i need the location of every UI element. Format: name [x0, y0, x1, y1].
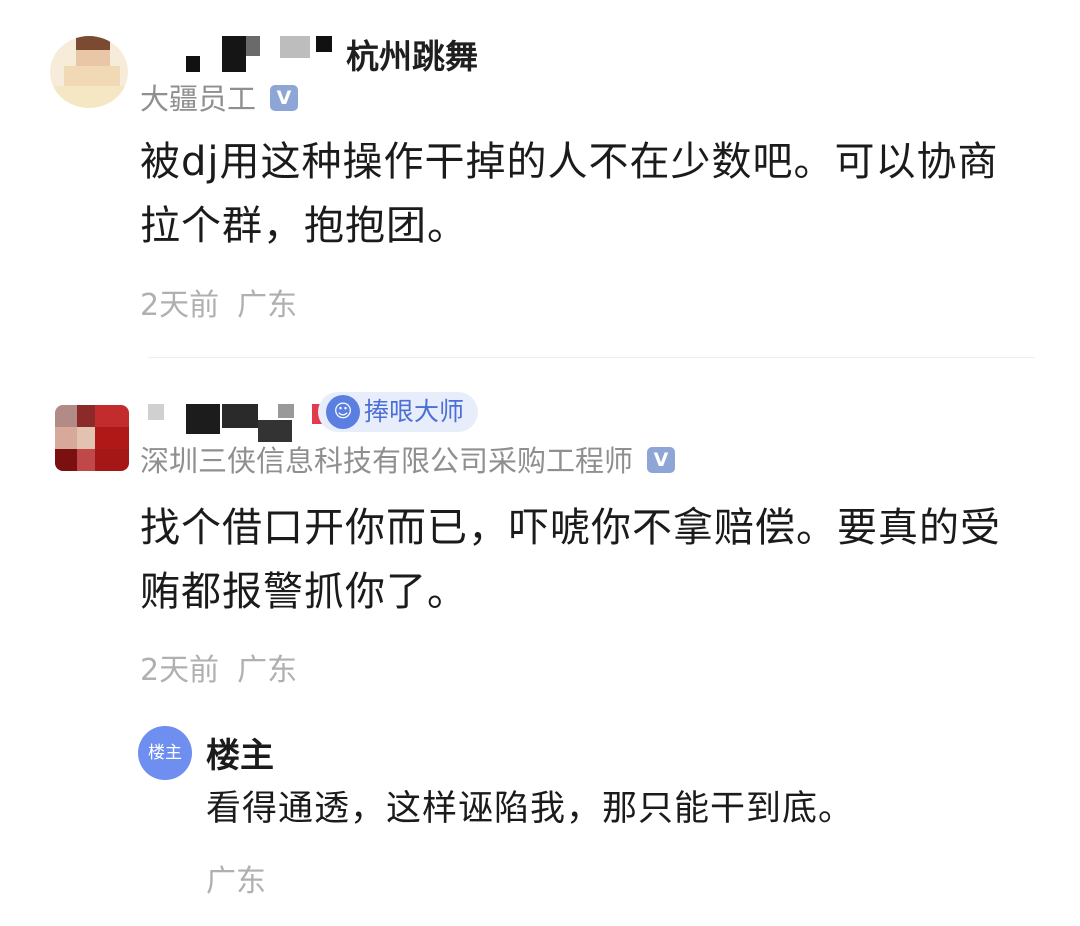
user-title-text: 大疆员工 — [140, 82, 257, 116]
reply-text: 看得通透，这样诬陷我，那只能干到底。 — [206, 789, 855, 829]
avatar-pixel — [50, 86, 128, 108]
comment-time: 2天前 — [140, 653, 220, 688]
comment-meta: 2天前 广东 — [140, 280, 297, 324]
comment-meta: 2天前 广东 — [140, 645, 297, 689]
username-mosaic — [278, 404, 294, 418]
verified-icon: V — [647, 447, 676, 473]
avatar-pixel — [55, 427, 77, 449]
username-mosaic — [246, 36, 260, 56]
avatar-pixel — [55, 449, 77, 471]
username-mosaic — [280, 36, 310, 58]
avatar-pixel — [77, 405, 95, 427]
avatar-pixel — [76, 50, 110, 66]
reply-username[interactable]: 楼主 — [206, 728, 274, 777]
reply-location: 广东 — [206, 864, 266, 899]
comment-location: 广东 — [237, 653, 298, 688]
avatar-pixel — [76, 36, 110, 50]
avatar-pixel — [55, 405, 77, 427]
avatar[interactable] — [50, 36, 128, 108]
username-mosaic — [148, 404, 164, 420]
avatar-pixel — [77, 449, 95, 471]
badge-face-icon: ☺ — [326, 395, 360, 429]
username-mosaic — [186, 404, 220, 434]
comment-text: 找个借口开你而已，吓唬你不拿赔偿。要真的受贿都报警抓你了。 — [140, 505, 1001, 615]
comment-location: 广东 — [237, 288, 298, 323]
username-mosaic — [186, 56, 200, 72]
user-badge[interactable]: ☺ 捧哏大师 — [318, 392, 479, 432]
badge-text: 捧哏大师 — [364, 397, 465, 426]
user-title: 大疆员工 V — [140, 76, 299, 118]
username[interactable]: 杭州跳舞 — [346, 30, 478, 78]
comment-time: 2天前 — [140, 288, 220, 323]
user-title: 深圳三侠信息科技有限公司采购工程师 V — [140, 438, 676, 480]
verified-icon: V — [270, 85, 299, 111]
avatar-pixel — [95, 427, 129, 449]
comment-text: 被dj用这种操作干掉的人不在少数吧。可以协商拉个群，抱抱团。 — [140, 139, 999, 249]
avatar[interactable] — [55, 405, 129, 471]
avatar-pixel — [95, 449, 129, 471]
badge-pill: ☺ 捧哏大师 — [318, 392, 479, 432]
divider — [148, 357, 1035, 358]
avatar-pixel — [64, 66, 120, 86]
avatar-pixel — [77, 427, 95, 449]
user-title-text: 深圳三侠信息科技有限公司采购工程师 — [140, 444, 634, 478]
op-avatar[interactable]: 楼主 — [138, 726, 192, 780]
avatar-pixel — [95, 405, 129, 427]
username-mosaic — [222, 404, 258, 428]
username-mosaic — [222, 36, 246, 72]
reply-meta: 广东 — [206, 856, 266, 900]
username-mosaic — [316, 36, 332, 52]
